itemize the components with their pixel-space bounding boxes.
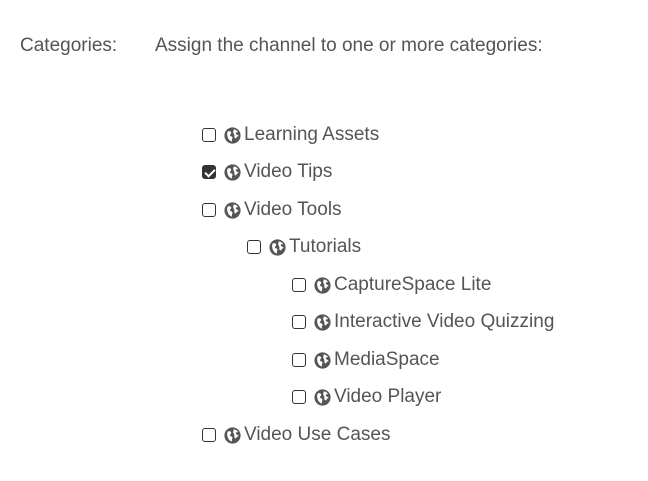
globe-icon — [314, 277, 331, 294]
globe-icon — [314, 352, 331, 369]
globe-icon — [224, 127, 241, 144]
category-checkbox-video-use-cases[interactable] — [202, 428, 216, 442]
globe-icon — [224, 202, 241, 219]
category-label[interactable]: Interactive Video Quizzing — [334, 311, 554, 333]
globe-icon — [224, 427, 241, 444]
category-label[interactable]: Tutorials — [289, 236, 361, 258]
field-label: Categories: — [20, 35, 118, 56]
category-label[interactable]: CaptureSpace Lite — [334, 274, 491, 296]
category-item-mediaspace: MediaSpace — [292, 347, 440, 373]
category-checkbox-interactive-video-quizzing[interactable] — [292, 315, 306, 329]
category-checkbox-capturespace-lite[interactable] — [292, 278, 306, 292]
category-checkbox-learning-assets[interactable] — [202, 128, 216, 142]
category-label[interactable]: Video Tools — [244, 199, 342, 221]
category-item-learning-assets: Learning Assets — [202, 122, 379, 148]
category-item-interactive-video-quizzing: Interactive Video Quizzing — [292, 309, 554, 335]
category-item-tutorials: Tutorials — [247, 234, 361, 260]
category-label[interactable]: Video Tips — [244, 161, 332, 183]
category-label[interactable]: MediaSpace — [334, 349, 440, 371]
category-item-video-tools: Video Tools — [202, 197, 342, 223]
category-item-capturespace-lite: CaptureSpace Lite — [292, 272, 491, 298]
category-item-video-tips: Video Tips — [202, 159, 332, 185]
category-label[interactable]: Video Player — [334, 386, 441, 408]
category-item-video-use-cases: Video Use Cases — [202, 422, 390, 448]
category-checkbox-mediaspace[interactable] — [292, 353, 306, 367]
category-label[interactable]: Learning Assets — [244, 124, 379, 146]
category-item-video-player: Video Player — [292, 384, 441, 410]
globe-icon — [269, 239, 286, 256]
instructions-text: Assign the channel to one or more catego… — [155, 35, 543, 56]
globe-icon — [314, 314, 331, 331]
category-label[interactable]: Video Use Cases — [244, 424, 390, 446]
category-checkbox-video-tools[interactable] — [202, 203, 216, 217]
globe-icon — [314, 389, 331, 406]
category-checkbox-video-player[interactable] — [292, 390, 306, 404]
globe-icon — [224, 164, 241, 181]
category-checkbox-video-tips[interactable] — [202, 165, 216, 179]
category-checkbox-tutorials[interactable] — [247, 240, 261, 254]
